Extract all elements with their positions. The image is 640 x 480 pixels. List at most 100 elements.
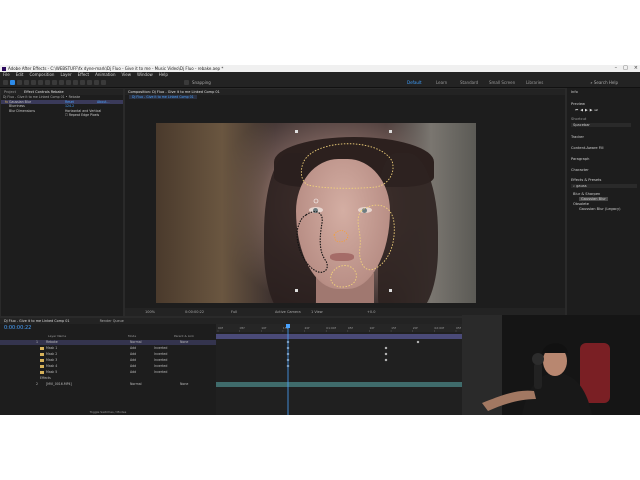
workspace-default[interactable]: Default: [407, 80, 422, 86]
tree-gaussian-blur-legacy[interactable]: Gaussian Blur (Legacy): [579, 207, 621, 211]
paragraph-panel-title[interactable]: Paragraph: [571, 157, 589, 161]
brush-tool-icon[interactable]: [73, 80, 78, 85]
mask-handle-top-left[interactable]: [295, 130, 298, 133]
keyframes[interactable]: [286, 340, 420, 368]
minimize-icon[interactable]: –: [615, 65, 618, 72]
workspace-libraries[interactable]: Libraries: [526, 80, 543, 86]
layer-name[interactable]: Rebake: [46, 340, 58, 345]
mask-handle-bottom-left[interactable]: [295, 289, 298, 292]
layer-name[interactable]: Mask 1: [46, 346, 57, 351]
layer-row[interactable]: 2 [MVI_0016.MP4] Normal None: [0, 382, 216, 387]
pan-behind-tool-icon[interactable]: [45, 80, 50, 85]
workspace-standard[interactable]: Standard: [460, 80, 478, 86]
keyframe[interactable]: [384, 352, 388, 356]
mask-color-swatch[interactable]: [40, 353, 44, 356]
exposure-value[interactable]: +0.0: [367, 308, 376, 316]
timeline-timecode[interactable]: 0:00:00:22: [4, 325, 31, 331]
mask-handle-top-right[interactable]: [389, 130, 392, 133]
tree-blur-sharpen[interactable]: Blur & Sharpen: [573, 192, 600, 196]
content-aware-fill-panel-title[interactable]: Content-Aware Fill: [571, 146, 604, 150]
camera-dropdown[interactable]: Active Camera: [275, 308, 301, 316]
layer-mode[interactable]: Add: [130, 370, 136, 375]
maximize-icon[interactable]: □: [623, 65, 628, 72]
mask-handle-bottom-right[interactable]: [389, 289, 392, 292]
playhead-handle[interactable]: [286, 324, 290, 328]
column-parent[interactable]: Parent & Link: [174, 334, 194, 338]
eraser-tool-icon[interactable]: [87, 80, 92, 85]
tracker-panel-title[interactable]: Tracker: [571, 135, 584, 139]
current-time-display[interactable]: 0:00:00:22: [185, 308, 204, 316]
layer-name[interactable]: Mask 4: [46, 364, 57, 369]
home-icon[interactable]: [3, 80, 8, 85]
hand-tool-icon[interactable]: [17, 80, 22, 85]
layer-name[interactable]: Mask 2: [46, 352, 57, 357]
info-panel-title[interactable]: Info: [571, 90, 578, 94]
mask-right-cheek-path[interactable]: [357, 204, 395, 271]
mask-color-swatch[interactable]: [40, 365, 44, 368]
mask-color-swatch[interactable]: [40, 371, 44, 374]
workspace-small-screen[interactable]: Small Screen: [489, 80, 515, 86]
type-tool-icon[interactable]: [66, 80, 71, 85]
column-mode[interactable]: Mode: [128, 334, 136, 338]
toggle-switches-modes[interactable]: Toggle Switches / Modes: [0, 410, 216, 414]
layer-mode[interactable]: Add: [130, 352, 136, 357]
mask-left-cheek-path[interactable]: [296, 211, 328, 273]
character-panel-title[interactable]: Character: [571, 168, 589, 172]
keyframe[interactable]: [384, 358, 388, 362]
layer-name[interactable]: Effects: [40, 376, 51, 381]
layer-name[interactable]: Mask 3: [46, 358, 57, 363]
mask-forehead-path[interactable]: [300, 143, 394, 189]
effects-search-input[interactable]: ⌕ gauss: [571, 184, 637, 188]
layer-name[interactable]: [MVI_0016.MP4]: [46, 382, 72, 387]
layer-parent[interactable]: Inverted: [154, 346, 167, 351]
shortcut-dropdown[interactable]: Spacebar: [571, 123, 631, 127]
layer-parent[interactable]: Inverted: [154, 364, 167, 369]
layer-mode[interactable]: Add: [130, 358, 136, 363]
keyframe[interactable]: [416, 340, 420, 344]
layer-bar-footage[interactable]: [216, 382, 462, 387]
column-layer-name[interactable]: Layer Name: [48, 334, 66, 338]
layer-row[interactable]: Mask 5 Add Inverted: [0, 370, 216, 375]
mask-color-swatch[interactable]: [40, 359, 44, 362]
rectangle-tool-icon[interactable]: [52, 80, 57, 85]
rotate-tool-icon[interactable]: [31, 80, 36, 85]
snapping-checkbox-icon[interactable]: [184, 80, 189, 85]
search-help-field[interactable]: ⌕ Search Help: [590, 80, 618, 86]
layer-parent[interactable]: Inverted: [154, 352, 167, 357]
selection-tool-icon[interactable]: [10, 80, 15, 85]
layer-parent[interactable]: None: [180, 382, 188, 387]
resolution-dropdown[interactable]: Full: [231, 308, 237, 316]
clone-stamp-tool-icon[interactable]: [80, 80, 85, 85]
layer-mode[interactable]: Add: [130, 346, 136, 351]
keyframe[interactable]: [384, 346, 388, 350]
pen-tool-icon[interactable]: [59, 80, 64, 85]
mask-chin-path[interactable]: [330, 265, 357, 288]
timeline-graph[interactable]: 00f 05f 10f 15f 20f 01:00f 05f 10f 15f 20f 02:00f 0…: [216, 324, 462, 415]
tree-gaussian-blur[interactable]: Gaussian Blur: [579, 197, 608, 201]
layer-row[interactable]: Effects: [0, 376, 216, 381]
workspace-learn[interactable]: Learn: [436, 80, 447, 86]
close-icon[interactable]: ×: [634, 65, 638, 72]
magnification-dropdown[interactable]: 100%: [145, 308, 155, 316]
layer-mode[interactable]: Normal: [130, 340, 142, 345]
layer-row[interactable]: Mask 1 Add Inverted: [0, 346, 216, 351]
composition-viewer[interactable]: [156, 123, 476, 303]
anchor-point[interactable]: [313, 198, 319, 204]
composition-sub-tab[interactable]: Dj Fluo - Give it to me Linked Comp 01: [129, 95, 197, 99]
layer-parent[interactable]: None: [180, 340, 188, 345]
layer-row[interactable]: Mask 4 Add Inverted: [0, 364, 216, 369]
repeat-edge-pixels-checkbox[interactable]: ☐ Repeat Edge Pixels: [65, 113, 99, 118]
layer-mode[interactable]: Add: [130, 364, 136, 369]
layer-row[interactable]: 1 Rebake Normal None: [0, 340, 216, 346]
preview-controls[interactable]: ⏮◀▶▶⏭: [575, 108, 600, 112]
layer-parent[interactable]: Inverted: [154, 358, 167, 363]
effects-presets-panel-title[interactable]: Effects & Presets: [571, 178, 601, 182]
camera-tool-icon[interactable]: [38, 80, 43, 85]
timeline-tracks[interactable]: 00f 05f 10f 15f 20f 01:00f 05f 10f 15f 20f 02:00f 0…: [216, 324, 462, 415]
zoom-tool-icon[interactable]: [24, 80, 29, 85]
mask-color-swatch[interactable]: [40, 347, 44, 350]
layer-bar-rebake[interactable]: [216, 334, 462, 339]
views-dropdown[interactable]: 1 View: [311, 308, 323, 316]
mask-nose-path[interactable]: [333, 230, 349, 243]
layer-row[interactable]: Mask 3 Add Inverted: [0, 358, 216, 363]
